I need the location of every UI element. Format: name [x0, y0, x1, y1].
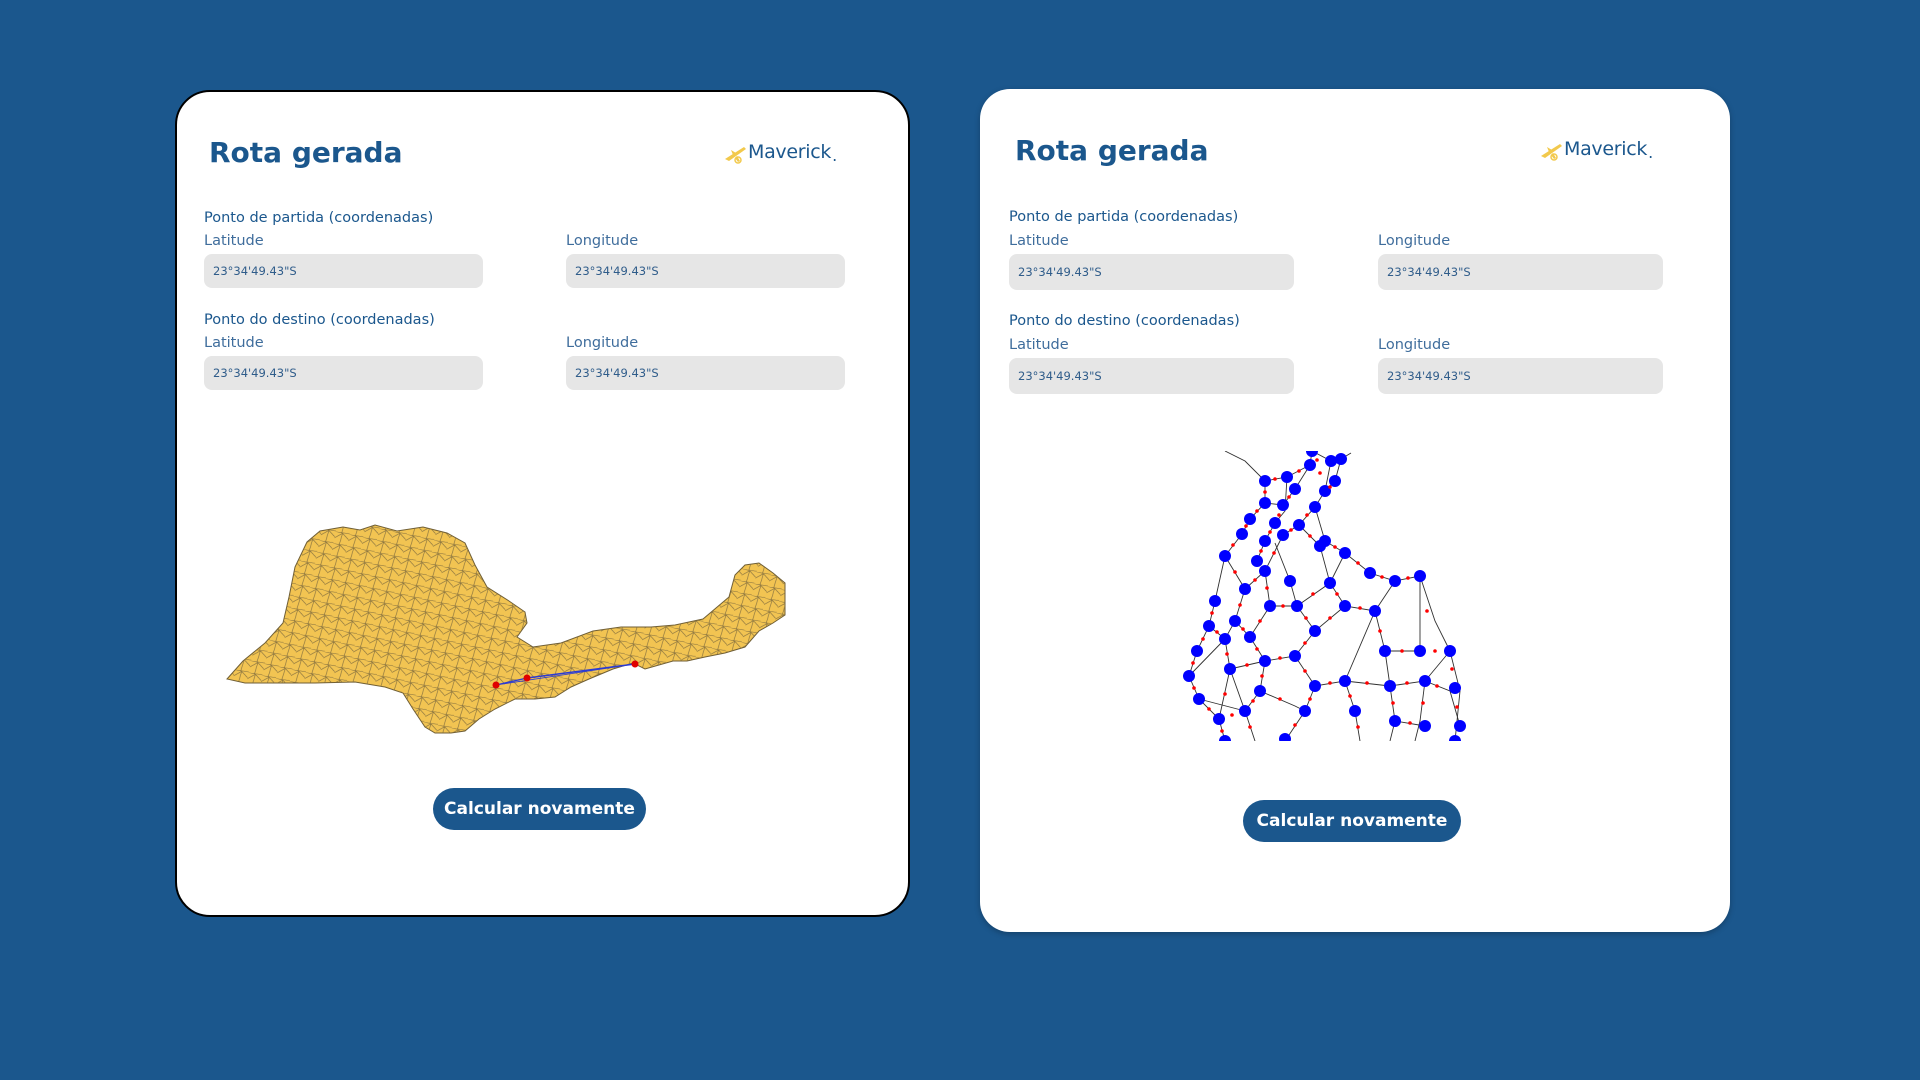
- route-graph: [1183, 451, 1466, 741]
- start-latitude-field[interactable]: 23°34'49.43"S: [1009, 254, 1294, 290]
- dest-longitude-field[interactable]: 23°34'49.43"S: [566, 356, 845, 390]
- dest-section-label: Ponto do destino (coordenadas): [204, 312, 435, 328]
- maverick-logo: Maverick .: [722, 138, 837, 165]
- route-card-graph: Rota gerada Maverick . Ponto de partida …: [980, 89, 1730, 932]
- dest-longitude-field[interactable]: 23°34'49.43"S: [1378, 358, 1663, 394]
- start-section-label: Ponto de partida (coordenadas): [1009, 209, 1239, 225]
- start-longitude-label: Longitude: [1378, 233, 1451, 249]
- dest-latitude-field[interactable]: 23°34'49.43"S: [1009, 358, 1294, 394]
- recalculate-button[interactable]: Calcular novamente: [433, 788, 646, 830]
- page-title: Rota gerada: [209, 136, 403, 169]
- logo-text: Maverick: [748, 140, 832, 163]
- dest-section-label: Ponto do destino (coordenadas): [1009, 313, 1240, 329]
- start-longitude-field[interactable]: 23°34'49.43"S: [1378, 254, 1663, 290]
- start-section-label: Ponto de partida (coordenadas): [204, 210, 434, 226]
- logo-text: Maverick: [1564, 137, 1648, 160]
- logo-mark: .: [1648, 143, 1654, 162]
- start-longitude-field[interactable]: 23°34'49.43"S: [566, 254, 845, 288]
- state-shape: [226, 524, 786, 734]
- start-latitude-label: Latitude: [1009, 233, 1069, 249]
- airplane-icon: [725, 146, 746, 164]
- dest-latitude-label: Latitude: [1009, 337, 1069, 353]
- state-map: [226, 524, 786, 734]
- dest-latitude-label: Latitude: [204, 335, 264, 351]
- graph-edge-markers: [1191, 458, 1459, 733]
- start-point-marker: [492, 681, 500, 689]
- airplane-icon: [1541, 143, 1562, 161]
- route-card-map: Rota gerada Maverick . Ponto de partida …: [175, 90, 910, 917]
- destination-marker: [631, 660, 639, 668]
- recalculate-button[interactable]: Calcular novamente: [1243, 800, 1461, 842]
- logo-mark: .: [832, 146, 838, 165]
- start-latitude-field[interactable]: 23°34'49.43"S: [204, 254, 483, 288]
- dest-longitude-label: Longitude: [566, 335, 639, 351]
- start-longitude-label: Longitude: [566, 233, 639, 249]
- dest-latitude-field[interactable]: 23°34'49.43"S: [204, 356, 483, 390]
- page-title: Rota gerada: [1015, 134, 1209, 167]
- start-latitude-label: Latitude: [204, 233, 264, 249]
- dest-longitude-label: Longitude: [1378, 337, 1451, 353]
- graph-nodes: [1183, 451, 1466, 741]
- waypoint-marker: [523, 674, 531, 682]
- maverick-logo: Maverick .: [1538, 135, 1653, 162]
